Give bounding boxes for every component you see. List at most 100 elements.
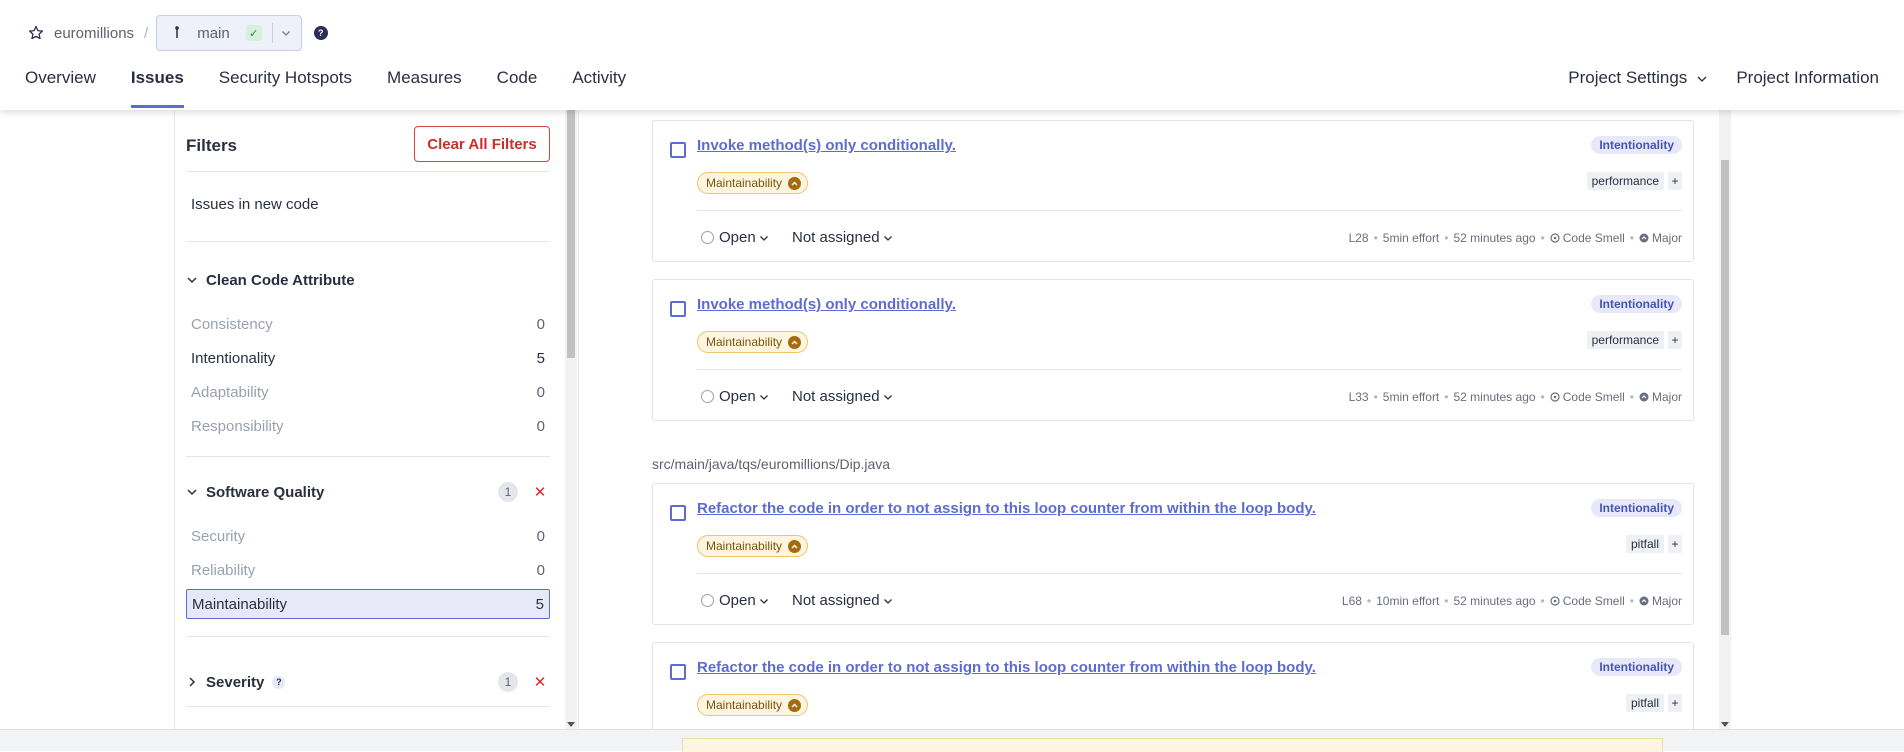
tab-security-hotspots[interactable]: Security Hotspots [219,68,352,108]
status-dropdown[interactable]: Open [701,592,769,609]
line-link[interactable]: L28 [1349,231,1369,245]
top-bar: euromillions / main ✓ ? Overview Issues … [0,0,1904,110]
issues-scrollbar[interactable] [1719,110,1731,729]
chevron-down-icon [759,598,768,604]
facet-responsibility[interactable]: Responsibility 0 [186,411,550,441]
star-icon[interactable] [28,25,44,41]
issue-tag[interactable]: pitfall [1625,694,1664,712]
project-information-link[interactable]: Project Information [1736,68,1879,88]
divider [697,573,1682,574]
software-quality-badge[interactable]: Maintainability [697,535,809,557]
scroll-down-arrow-icon[interactable] [1721,722,1729,727]
issue-tags: pitfall + [1625,535,1682,553]
issue-checkbox[interactable] [670,505,686,521]
assignee-dropdown[interactable]: Not assigned [792,229,893,246]
severity-major-icon [1639,596,1649,606]
facet-label: Adaptability [191,383,269,401]
software-quality-header[interactable]: Software Quality 1 ✕ [186,480,550,504]
divider [186,171,550,172]
quality-label: Maintainability [706,176,783,190]
assignee-label: Not assigned [792,229,880,246]
branch-icon [175,26,180,38]
add-tag-button[interactable]: + [1668,694,1682,712]
software-quality-title: Software Quality [206,483,325,501]
issue-message-link[interactable]: Invoke method(s) only conditionally. [697,296,956,313]
add-tag-button[interactable]: + [1668,535,1682,553]
line-link[interactable]: L33 [1349,390,1369,404]
issue-tag[interactable]: performance [1586,331,1664,349]
project-settings-menu[interactable]: Project Settings [1568,68,1708,88]
severity-title: Severity [206,673,265,691]
issue-tag[interactable]: pitfall [1625,535,1664,553]
facet-intentionality[interactable]: Intentionality 5 [186,343,550,373]
issue-age: 52 minutes ago [1453,594,1536,608]
tab-code[interactable]: Code [497,68,538,108]
assignee-dropdown[interactable]: Not assigned [792,592,893,609]
clean-code-attribute-badge[interactable]: Intentionality [1591,136,1682,154]
scrollbar-thumb[interactable] [567,110,575,358]
facet-maintainability[interactable]: Maintainability 5 [186,589,550,619]
issues-in-new-code-toggle[interactable]: Issues in new code [191,196,319,213]
effort: 5min effort [1382,390,1440,404]
issue-tag[interactable]: performance [1586,172,1664,190]
help-icon[interactable]: ? [313,26,328,40]
divider [697,369,1682,370]
divider [186,456,550,457]
clean-code-attribute-badge[interactable]: Intentionality [1591,499,1682,517]
tab-activity[interactable]: Activity [572,68,626,108]
project-link[interactable]: euromillions [54,25,134,42]
issue-message-link[interactable]: Refactor the code in order to not assign… [697,659,1316,676]
chevron-up-icon [788,335,802,349]
facet-count: 0 [536,383,545,401]
add-tag-button[interactable]: + [1668,331,1682,349]
issue-checkbox[interactable] [670,301,686,317]
close-icon[interactable]: ✕ [530,482,550,502]
footer-bar [0,729,1904,752]
software-quality-badge[interactable]: Maintainability [697,172,809,194]
facet-label: Maintainability [192,595,288,613]
facet-adaptability[interactable]: Adaptability 0 [186,377,550,407]
clean-code-attribute-badge[interactable]: Intentionality [1591,658,1682,676]
add-tag-button[interactable]: + [1668,172,1682,190]
facet-consistency[interactable]: Consistency 0 [186,309,550,339]
assignee-dropdown[interactable]: Not assigned [792,388,893,405]
filters-scrollbar[interactable] [565,110,577,729]
tab-issues[interactable]: Issues [130,68,184,108]
check-icon: ✓ [245,25,262,41]
status-dropdown[interactable]: Open [701,229,769,246]
scrollbar-thumb[interactable] [1721,160,1729,635]
facet-count: 5 [535,595,544,613]
software-quality-badge[interactable]: Maintainability [697,331,809,353]
severity-major-icon [1639,233,1649,243]
assignee-label: Not assigned [792,592,880,609]
project-settings-label: Project Settings [1568,68,1688,87]
facet-count: 0 [536,561,545,579]
tab-overview[interactable]: Overview [25,68,96,108]
tab-measures[interactable]: Measures [387,68,462,108]
issue-message-link[interactable]: Refactor the code in order to not assign… [697,500,1316,517]
divider [186,706,550,707]
close-icon[interactable]: ✕ [530,672,550,692]
issue-severity: Major [1651,231,1682,245]
severity-header[interactable]: Severity ? 1 ✕ [186,670,550,694]
issue-severity: Major [1651,390,1682,404]
status-label: Open [719,388,756,405]
issue-message-link[interactable]: Invoke method(s) only conditionally. [697,137,956,154]
issue-severity: Major [1651,594,1682,608]
scroll-down-arrow-icon[interactable] [567,722,575,727]
clear-all-filters-button[interactable]: Clear All Filters [414,126,550,162]
clean-code-attribute-badge[interactable]: Intentionality [1591,295,1682,313]
line-link[interactable]: L68 [1342,594,1362,608]
quality-label: Maintainability [706,335,783,349]
chevron-down-icon [883,598,892,604]
issue-checkbox[interactable] [670,664,686,680]
facet-reliability[interactable]: Reliability 0 [186,555,550,585]
chevron-up-icon [788,698,802,712]
facet-security[interactable]: Security 0 [186,521,550,551]
status-dropdown[interactable]: Open [701,388,769,405]
software-quality-badge[interactable]: Maintainability [697,694,809,716]
issue-checkbox[interactable] [670,142,686,158]
branch-selector[interactable]: main ✓ [156,15,302,51]
clean-code-attribute-header[interactable]: Clean Code Attribute [186,268,550,292]
help-icon[interactable]: ? [272,675,286,689]
